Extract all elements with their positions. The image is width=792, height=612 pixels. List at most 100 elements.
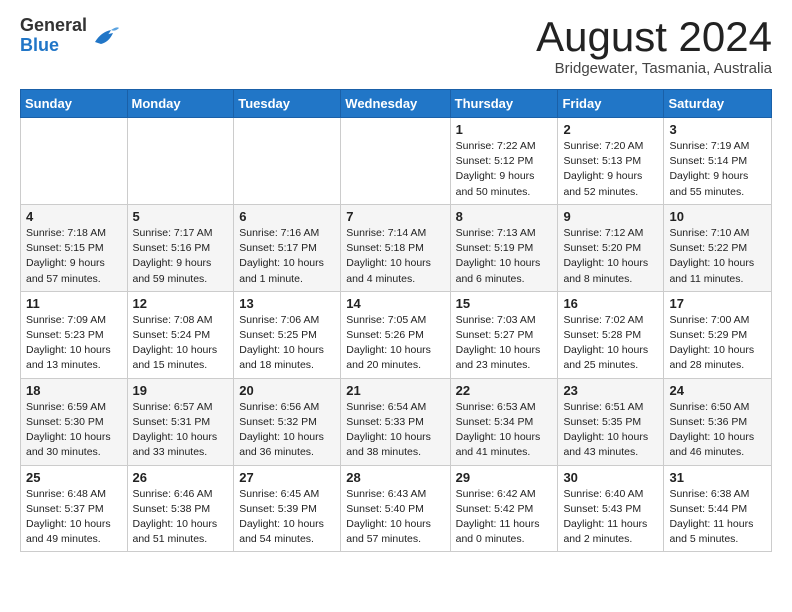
calendar-cell bbox=[341, 118, 450, 205]
logo: General Blue bbox=[20, 16, 119, 56]
logo-general: General bbox=[20, 15, 87, 35]
calendar-cell: 22 Sunrise: 6:53 AMSunset: 5:34 PMDayligh… bbox=[450, 378, 558, 465]
title-block: August 2024 Bridgewater, Tasmania, Austr… bbox=[536, 16, 772, 77]
calendar-cell bbox=[21, 118, 128, 205]
calendar-header-monday: Monday bbox=[127, 90, 234, 118]
day-number: 10 bbox=[669, 209, 766, 224]
day-number: 22 bbox=[456, 383, 553, 398]
calendar-cell: 3 Sunrise: 7:19 AMSunset: 5:14 PMDaylight… bbox=[664, 118, 772, 205]
day-info: Sunrise: 7:10 AMSunset: 5:22 PMDaylight:… bbox=[669, 226, 766, 287]
location-subtitle: Bridgewater, Tasmania, Australia bbox=[536, 60, 772, 77]
day-info: Sunrise: 7:18 AMSunset: 5:15 PMDaylight:… bbox=[26, 226, 122, 287]
calendar-cell bbox=[127, 118, 234, 205]
calendar-cell: 15Sunrise: 7:03 AMSunset: 5:27 PMDayligh… bbox=[450, 291, 558, 378]
calendar-cell: 8 Sunrise: 7:13 AMSunset: 5:19 PMDaylight… bbox=[450, 204, 558, 291]
calendar-week-row: 11 Sunrise: 7:09 AMSunset: 5:23 PMDayligh… bbox=[21, 291, 772, 378]
calendar-cell: 12 Sunrise: 7:08 AMSunset: 5:24 PMDayligh… bbox=[127, 291, 234, 378]
calendar-cell: 28 Sunrise: 6:43 AMSunset: 5:40 PMDayligh… bbox=[341, 465, 450, 552]
calendar-cell: 23 Sunrise: 6:51 AMSunset: 5:35 PMDayligh… bbox=[558, 378, 664, 465]
calendar-header-tuesday: Tuesday bbox=[234, 90, 341, 118]
calendar-cell: 1Sunrise: 7:22 AMSunset: 5:12 PMDaylight… bbox=[450, 118, 558, 205]
day-info: Sunrise: 7:09 AMSunset: 5:23 PMDaylight:… bbox=[26, 313, 122, 374]
calendar-header-thursday: Thursday bbox=[450, 90, 558, 118]
calendar-cell: 4Sunrise: 7:18 AMSunset: 5:15 PMDaylight… bbox=[21, 204, 128, 291]
day-info: Sunrise: 6:42 AMSunset: 5:42 PMDaylight:… bbox=[456, 487, 553, 548]
logo-text: General Blue bbox=[20, 16, 87, 56]
day-number: 13 bbox=[239, 296, 335, 311]
day-number: 3 bbox=[669, 122, 766, 137]
calendar-week-row: 1Sunrise: 7:22 AMSunset: 5:12 PMDaylight… bbox=[21, 118, 772, 205]
day-info: Sunrise: 6:56 AMSunset: 5:32 PMDaylight:… bbox=[239, 400, 335, 461]
day-number: 9 bbox=[563, 209, 658, 224]
day-number: 2 bbox=[563, 122, 658, 137]
calendar-cell: 7Sunrise: 7:14 AMSunset: 5:18 PMDaylight… bbox=[341, 204, 450, 291]
day-number: 28 bbox=[346, 470, 444, 485]
day-number: 12 bbox=[133, 296, 229, 311]
month-title: August 2024 bbox=[536, 16, 772, 58]
calendar-cell: 30 Sunrise: 6:40 AMSunset: 5:43 PMDayligh… bbox=[558, 465, 664, 552]
day-number: 8 bbox=[456, 209, 553, 224]
day-info: Sunrise: 6:46 AMSunset: 5:38 PMDaylight:… bbox=[133, 487, 229, 548]
calendar-cell: 2Sunrise: 7:20 AMSunset: 5:13 PMDaylight… bbox=[558, 118, 664, 205]
calendar-cell: 16 Sunrise: 7:02 AMSunset: 5:28 PMDayligh… bbox=[558, 291, 664, 378]
logo-bird-icon bbox=[91, 24, 119, 48]
day-number: 27 bbox=[239, 470, 335, 485]
calendar-week-row: 25Sunrise: 6:48 AMSunset: 5:37 PMDayligh… bbox=[21, 465, 772, 552]
day-info: Sunrise: 7:06 AMSunset: 5:25 PMDaylight:… bbox=[239, 313, 335, 374]
day-info: Sunrise: 7:02 AMSunset: 5:28 PMDaylight:… bbox=[563, 313, 658, 374]
day-number: 31 bbox=[669, 470, 766, 485]
calendar-cell: 11 Sunrise: 7:09 AMSunset: 5:23 PMDayligh… bbox=[21, 291, 128, 378]
day-info: Sunrise: 6:50 AMSunset: 5:36 PMDaylight:… bbox=[669, 400, 766, 461]
day-number: 17 bbox=[669, 296, 766, 311]
calendar-cell: 25Sunrise: 6:48 AMSunset: 5:37 PMDayligh… bbox=[21, 465, 128, 552]
calendar-week-row: 18 Sunrise: 6:59 AMSunset: 5:30 PMDayligh… bbox=[21, 378, 772, 465]
calendar-cell: 20 Sunrise: 6:56 AMSunset: 5:32 PMDayligh… bbox=[234, 378, 341, 465]
calendar-cell: 13 Sunrise: 7:06 AMSunset: 5:25 PMDayligh… bbox=[234, 291, 341, 378]
calendar-week-row: 4Sunrise: 7:18 AMSunset: 5:15 PMDaylight… bbox=[21, 204, 772, 291]
page-header: General Blue August 2024 Bridgewater, Ta… bbox=[20, 16, 772, 77]
day-number: 5 bbox=[133, 209, 229, 224]
day-info: Sunrise: 7:16 AMSunset: 5:17 PMDaylight:… bbox=[239, 226, 335, 287]
day-number: 16 bbox=[563, 296, 658, 311]
day-number: 11 bbox=[26, 296, 122, 311]
day-number: 25 bbox=[26, 470, 122, 485]
day-info: Sunrise: 6:40 AMSunset: 5:43 PMDaylight:… bbox=[563, 487, 658, 548]
calendar-header-saturday: Saturday bbox=[664, 90, 772, 118]
day-number: 21 bbox=[346, 383, 444, 398]
day-info: Sunrise: 7:13 AMSunset: 5:19 PMDaylight:… bbox=[456, 226, 553, 287]
calendar-header-friday: Friday bbox=[558, 90, 664, 118]
day-info: Sunrise: 7:12 AMSunset: 5:20 PMDaylight:… bbox=[563, 226, 658, 287]
day-info: Sunrise: 7:03 AMSunset: 5:27 PMDaylight:… bbox=[456, 313, 553, 374]
calendar-cell: 17Sunrise: 7:00 AMSunset: 5:29 PMDayligh… bbox=[664, 291, 772, 378]
calendar-cell: 6 Sunrise: 7:16 AMSunset: 5:17 PMDaylight… bbox=[234, 204, 341, 291]
calendar-cell: 29 Sunrise: 6:42 AMSunset: 5:42 PMDayligh… bbox=[450, 465, 558, 552]
calendar-cell bbox=[234, 118, 341, 205]
calendar-header-sunday: Sunday bbox=[21, 90, 128, 118]
day-info: Sunrise: 6:54 AMSunset: 5:33 PMDaylight:… bbox=[346, 400, 444, 461]
day-info: Sunrise: 6:43 AMSunset: 5:40 PMDaylight:… bbox=[346, 487, 444, 548]
day-number: 18 bbox=[26, 383, 122, 398]
day-number: 6 bbox=[239, 209, 335, 224]
calendar-table: SundayMondayTuesdayWednesdayThursdayFrid… bbox=[20, 89, 772, 552]
day-number: 19 bbox=[133, 383, 229, 398]
day-info: Sunrise: 7:08 AMSunset: 5:24 PMDaylight:… bbox=[133, 313, 229, 374]
calendar-cell: 14Sunrise: 7:05 AMSunset: 5:26 PMDayligh… bbox=[341, 291, 450, 378]
day-info: Sunrise: 7:17 AMSunset: 5:16 PMDaylight:… bbox=[133, 226, 229, 287]
calendar-header-row: SundayMondayTuesdayWednesdayThursdayFrid… bbox=[21, 90, 772, 118]
day-number: 29 bbox=[456, 470, 553, 485]
calendar-cell: 5 Sunrise: 7:17 AMSunset: 5:16 PMDaylight… bbox=[127, 204, 234, 291]
day-info: Sunrise: 7:19 AMSunset: 5:14 PMDaylight:… bbox=[669, 139, 766, 200]
day-number: 23 bbox=[563, 383, 658, 398]
day-info: Sunrise: 6:53 AMSunset: 5:34 PMDaylight:… bbox=[456, 400, 553, 461]
calendar-cell: 27 Sunrise: 6:45 AMSunset: 5:39 PMDayligh… bbox=[234, 465, 341, 552]
day-info: Sunrise: 7:22 AMSunset: 5:12 PMDaylight:… bbox=[456, 139, 553, 200]
day-info: Sunrise: 6:59 AMSunset: 5:30 PMDaylight:… bbox=[26, 400, 122, 461]
day-number: 26 bbox=[133, 470, 229, 485]
day-info: Sunrise: 6:51 AMSunset: 5:35 PMDaylight:… bbox=[563, 400, 658, 461]
calendar-cell: 31Sunrise: 6:38 AMSunset: 5:44 PMDayligh… bbox=[664, 465, 772, 552]
day-number: 30 bbox=[563, 470, 658, 485]
calendar-cell: 19Sunrise: 6:57 AMSunset: 5:31 PMDayligh… bbox=[127, 378, 234, 465]
calendar-cell: 9 Sunrise: 7:12 AMSunset: 5:20 PMDaylight… bbox=[558, 204, 664, 291]
day-number: 20 bbox=[239, 383, 335, 398]
day-info: Sunrise: 6:45 AMSunset: 5:39 PMDaylight:… bbox=[239, 487, 335, 548]
